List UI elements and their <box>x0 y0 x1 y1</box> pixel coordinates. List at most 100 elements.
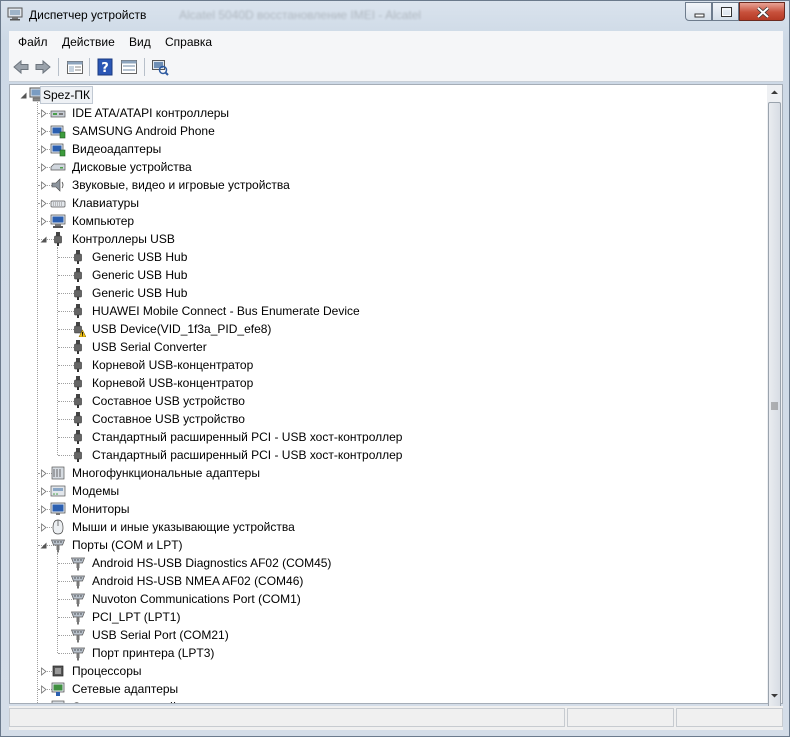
mouse-icon <box>52 519 64 535</box>
grip-icon <box>771 402 778 410</box>
expand-arrow-icon[interactable] <box>39 127 48 136</box>
tree-category[interactable]: Видеоадаптеры <box>10 140 766 158</box>
help-button[interactable]: ? <box>95 57 115 77</box>
expand-arrow-icon[interactable] <box>39 667 48 676</box>
show-hidden-icon <box>121 60 137 74</box>
tree-root[interactable]: Spez-ПК <box>10 86 760 104</box>
scrollbar-thumb[interactable] <box>768 102 781 710</box>
tree-category[interactable]: Контроллеры USB <box>10 230 766 248</box>
scroll-up-button[interactable] <box>767 85 782 100</box>
expand-arrow-icon[interactable] <box>39 703 48 704</box>
tree-device[interactable]: Составное USB устройство <box>10 392 766 410</box>
tree-device[interactable]: USB Serial Port (COM21) <box>10 626 766 644</box>
tree-device[interactable]: PCI_LPT (LPT1) <box>10 608 766 626</box>
window-title: Диспетчер устройств <box>29 8 147 22</box>
minimize-button[interactable] <box>685 2 712 21</box>
tree-category[interactable]: Звуковые, видео и игровые устройства <box>10 176 766 194</box>
usb-icon <box>74 394 82 408</box>
menu-action[interactable]: Действие <box>62 35 115 49</box>
expand-arrow-icon[interactable] <box>39 163 48 172</box>
tree-item-label: Generic USB Hub <box>92 286 188 300</box>
tree-device[interactable]: Стандартный расширенный PCI - USB хост-к… <box>10 428 766 446</box>
tree-device[interactable]: HUAWEI Mobile Connect - Bus Enumerate De… <box>10 302 766 320</box>
tree-device[interactable]: Generic USB Hub <box>10 266 766 284</box>
tree-device[interactable]: Порт принтера (LPT3) <box>10 644 766 662</box>
menu-view[interactable]: Вид <box>129 35 151 49</box>
disk-drive-icon <box>50 163 66 171</box>
tree-device[interactable]: Составное USB устройство <box>10 410 766 428</box>
tree-item-label: Компьютер <box>72 214 135 228</box>
expand-arrow-icon[interactable] <box>39 217 48 226</box>
tree-category[interactable]: Мыши и иные указывающие устройства <box>10 518 766 536</box>
expand-arrow-icon[interactable] <box>39 685 48 694</box>
tree-item-label: Корневой USB-концентратор <box>92 376 254 390</box>
tree-category[interactable]: Процессоры <box>10 662 766 680</box>
tree-item-label: Системные устройства <box>72 698 201 703</box>
expand-arrow-icon[interactable] <box>39 181 48 190</box>
usb-icon <box>74 412 82 426</box>
tree-device[interactable]: USB Serial Converter <box>10 338 766 356</box>
usb-icon <box>74 304 82 318</box>
port-icon <box>70 593 86 607</box>
tree-category[interactable]: Компьютер <box>10 212 766 230</box>
expand-arrow-icon[interactable] <box>39 109 48 118</box>
tree-category[interactable]: Мониторы <box>10 500 766 518</box>
tree-device[interactable]: Generic USB Hub <box>10 248 766 266</box>
collapse-arrow-icon[interactable] <box>39 235 48 244</box>
tree-device[interactable]: Nuvoton Communications Port (COM1) <box>10 590 766 608</box>
speaker-icon <box>51 178 64 192</box>
scan-hardware-button[interactable] <box>150 57 170 77</box>
device-tree[interactable]: Spez-ПК IDE ATA/ATAPI контроллеры SAMSUNG… <box>9 84 783 704</box>
tree-device[interactable]: USB Device(VID_1f3a_PID_efe8) <box>10 320 766 338</box>
expand-arrow-icon[interactable] <box>39 487 48 496</box>
tree-item-label: Стандартный расширенный PCI - USB хост-к… <box>92 430 403 444</box>
tree-category[interactable]: Порты (COM и LPT) <box>10 536 766 554</box>
tree-category[interactable]: SAMSUNG Android Phone <box>10 122 766 140</box>
tree-item-label: USB Serial Port (COM21) <box>92 628 229 642</box>
menu-file[interactable]: Файл <box>18 35 48 49</box>
tree-category[interactable]: Системные устройства <box>10 698 766 704</box>
expand-arrow-icon[interactable] <box>39 469 48 478</box>
expand-arrow-icon[interactable] <box>39 505 48 514</box>
expand-arrow-icon[interactable] <box>39 145 48 154</box>
tree-device[interactable]: Android HS-USB Diagnostics AF02 (COM45) <box>10 554 766 572</box>
tree-category[interactable]: Клавиатуры <box>10 194 766 212</box>
tree-device[interactable]: Стандартный расширенный PCI - USB хост-к… <box>10 446 766 464</box>
usb-warning-icon <box>74 322 86 337</box>
close-button[interactable] <box>739 2 785 21</box>
vertical-scrollbar[interactable] <box>767 85 782 710</box>
scan-hardware-icon <box>152 60 169 76</box>
tree-category[interactable]: Сетевые адаптеры <box>10 680 766 698</box>
tree-device[interactable]: Android HS-USB NMEA AF02 (COM46) <box>10 572 766 590</box>
tree-device[interactable]: Generic USB Hub <box>10 284 766 302</box>
tree-category[interactable]: IDE ATA/ATAPI контроллеры <box>10 104 766 122</box>
maximize-button[interactable] <box>712 2 739 21</box>
tree-item-label: Android HS-USB Diagnostics AF02 (COM45) <box>92 556 332 570</box>
tree-category[interactable]: Дисковые устройства <box>10 158 766 176</box>
tree-item-label: SAMSUNG Android Phone <box>72 124 215 138</box>
tree-device[interactable]: Корневой USB-концентратор <box>10 356 766 374</box>
port-icon <box>70 647 86 661</box>
expand-arrow-icon[interactable] <box>39 199 48 208</box>
chevron-down-icon <box>771 694 778 698</box>
title-bar[interactable]: Диспетчер устройств Alcatel 5040D восста… <box>1 1 789 30</box>
collapse-arrow-icon[interactable] <box>39 541 48 550</box>
properties-button[interactable] <box>65 57 85 77</box>
tree-item-label: Мыши и иные указывающие устройства <box>72 520 295 534</box>
scroll-down-button[interactable] <box>767 688 782 703</box>
tree-category[interactable]: Многофункциональные адаптеры <box>10 464 766 482</box>
status-panel <box>676 708 783 727</box>
toolbar-separator <box>89 58 90 76</box>
tree-category[interactable]: Модемы <box>10 482 766 500</box>
forward-button[interactable] <box>33 57 53 77</box>
expand-arrow-icon[interactable] <box>39 523 48 532</box>
usb-icon <box>74 448 82 462</box>
show-hidden-button[interactable] <box>119 57 139 77</box>
modem-icon <box>50 485 66 497</box>
menu-bar: Файл Действие Вид Справка <box>9 31 783 53</box>
menu-help[interactable]: Справка <box>165 35 212 49</box>
tree-device[interactable]: Корневой USB-концентратор <box>10 374 766 392</box>
back-button[interactable] <box>11 57 31 77</box>
close-icon <box>756 6 770 19</box>
minimize-icon <box>694 13 705 18</box>
